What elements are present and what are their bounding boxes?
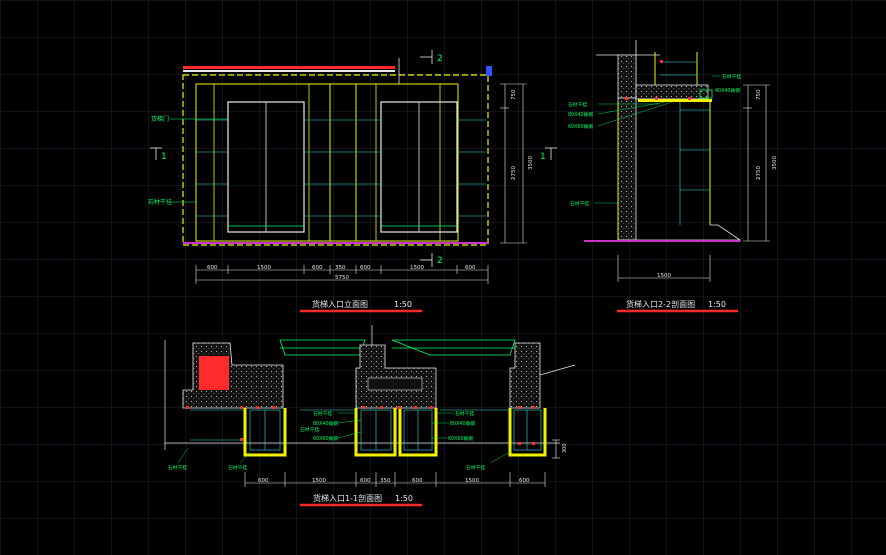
dim: 350 — [380, 478, 391, 484]
section22-scale: 1:50 — [708, 300, 726, 309]
dim-total: 5750 — [335, 275, 349, 281]
label-stone-cladding: 石材干挂 — [148, 198, 172, 206]
grid-overlay — [0, 0, 886, 555]
dim: 2750 — [756, 166, 762, 180]
s22-soffit — [638, 99, 712, 102]
label: 60X60角钢 — [568, 123, 593, 130]
section-marker-label: 2 — [437, 256, 443, 266]
label: 80X40角钢 — [313, 420, 338, 427]
section11-scale: 1:50 — [395, 494, 413, 503]
s22-beam — [635, 84, 709, 100]
label: 石材干挂 — [722, 73, 741, 80]
label: 60X60角钢 — [448, 435, 473, 442]
label: 80X40角钢 — [568, 111, 593, 118]
s22-wall — [617, 97, 637, 241]
dim: 600 — [312, 265, 323, 271]
cad-drawing-canvas: 2 2 1 1 货梯门 石材干挂 600 1500 600 350 600 15… — [0, 0, 886, 555]
label: 石材干挂 — [568, 101, 587, 108]
elevation-title: 货梯入口立面图 — [312, 299, 368, 309]
dim: 600 — [360, 265, 371, 271]
dim: 600 — [465, 265, 476, 271]
label: 石材干挂 — [570, 200, 589, 207]
dim: 350 — [335, 265, 346, 271]
label-elevator-door: 货梯门 — [151, 115, 169, 123]
label: 石材干挂 — [313, 410, 332, 417]
dim: 1500 — [465, 478, 479, 484]
dim: 600 — [360, 478, 371, 484]
dim: 750 — [511, 89, 517, 100]
section22-title: 货梯入口2-2剖面图 — [626, 299, 695, 309]
dim: 1500 — [257, 265, 271, 271]
elevation-corner-mark — [486, 66, 492, 76]
dim: 600 — [519, 478, 530, 484]
dim: 600 — [258, 478, 269, 484]
dim: 750 — [756, 89, 762, 100]
dim: 3500 — [772, 156, 778, 170]
label: 60X60角钢 — [313, 435, 338, 442]
elevation-top-line — [183, 70, 395, 72]
label: 石材干挂 — [300, 426, 319, 433]
dim: 600 — [207, 265, 218, 271]
s11-center-void — [367, 377, 423, 391]
label: 石材干挂 — [228, 464, 247, 471]
label: 石材干挂 — [455, 410, 474, 417]
dim: 3500 — [528, 156, 534, 170]
label: 40X40角钢 — [715, 87, 740, 94]
dim: 1500 — [657, 273, 671, 279]
section11-title: 货梯入口1-1剖面图 — [313, 493, 382, 503]
section-marker-label: 1 — [161, 152, 167, 162]
dim: 300 — [562, 443, 568, 453]
elevation-scale: 1:50 — [394, 300, 412, 309]
dim: 600 — [412, 478, 423, 484]
cad-drawing: 2 2 1 1 货梯门 石材干挂 600 1500 600 350 600 15… — [0, 0, 886, 555]
s11-red-highlight — [199, 356, 229, 390]
label: 石材干挂 — [466, 464, 485, 471]
s22-wall-top — [617, 54, 637, 99]
label: 石材干挂 — [168, 464, 187, 471]
dim: 1500 — [312, 478, 326, 484]
section-marker-label: 1 — [540, 152, 546, 162]
section-marker-label: 2 — [437, 54, 443, 64]
dim: 2750 — [511, 166, 517, 180]
dim: 1500 — [410, 265, 424, 271]
elevation-top-band — [183, 66, 395, 69]
label: 80X40角钢 — [450, 420, 475, 427]
